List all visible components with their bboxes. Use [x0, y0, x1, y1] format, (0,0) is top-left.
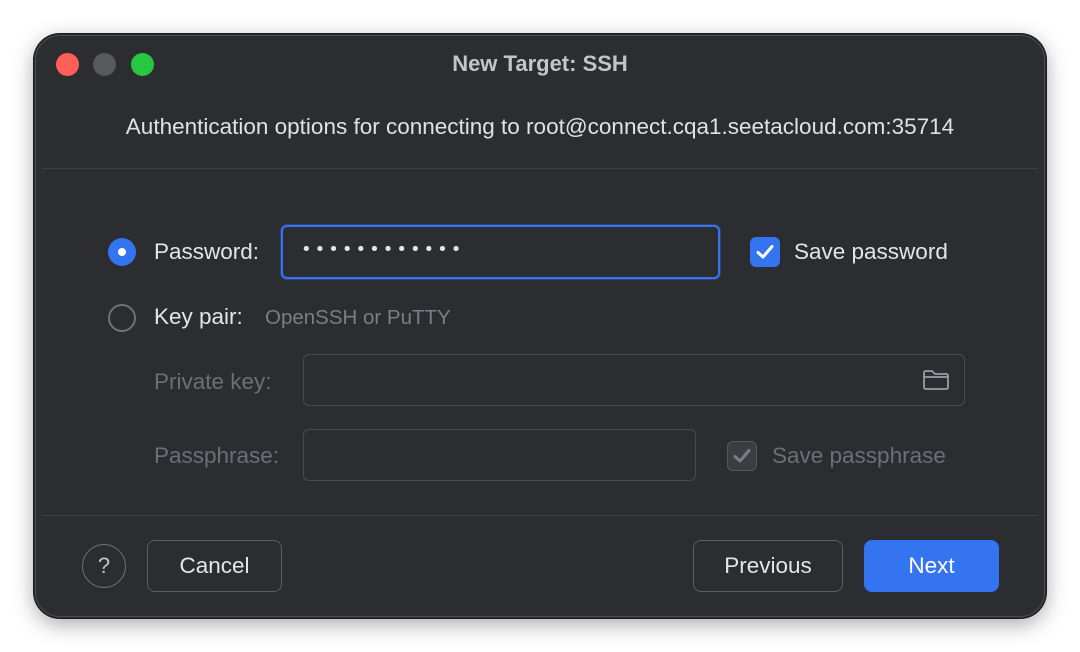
save-passphrase-checkbox[interactable]	[727, 441, 757, 471]
save-password-label[interactable]: Save password	[794, 239, 948, 265]
footer-divider	[42, 515, 1038, 516]
next-button[interactable]: Next	[864, 540, 999, 592]
keypair-label: Key pair:	[154, 304, 243, 329]
ssh-dialog-window: New Target: SSH Authentication options f…	[34, 34, 1046, 618]
window-title: New Target: SSH	[452, 51, 628, 76]
folder-icon[interactable]	[922, 369, 950, 396]
keypair-hint: OpenSSH or PuTTY	[265, 306, 451, 329]
connection-subtitle: Authentication options for connecting to…	[125, 114, 955, 139]
password-masked-value: ••••••••••••	[301, 239, 465, 260]
private-key-label: Private key:	[154, 369, 272, 394]
password-label: Password:	[154, 239, 260, 264]
save-passphrase-label[interactable]: Save passphrase	[772, 443, 946, 469]
checkmark-icon	[733, 449, 751, 463]
password-input[interactable]: ••••••••••••	[281, 225, 720, 279]
cancel-button[interactable]: Cancel	[147, 540, 282, 592]
help-button[interactable]: ?	[82, 544, 126, 588]
keypair-radio[interactable]	[108, 304, 136, 332]
previous-button[interactable]: Previous	[693, 540, 843, 592]
passphrase-input[interactable]	[303, 429, 696, 481]
password-radio[interactable]	[108, 238, 136, 266]
private-key-input[interactable]	[303, 354, 965, 406]
passphrase-label: Passphrase:	[154, 443, 280, 468]
title-bar[interactable]: New Target: SSH	[34, 34, 1046, 94]
checkmark-icon	[756, 245, 774, 259]
header-divider	[42, 168, 1038, 169]
save-password-checkbox[interactable]	[750, 237, 780, 267]
